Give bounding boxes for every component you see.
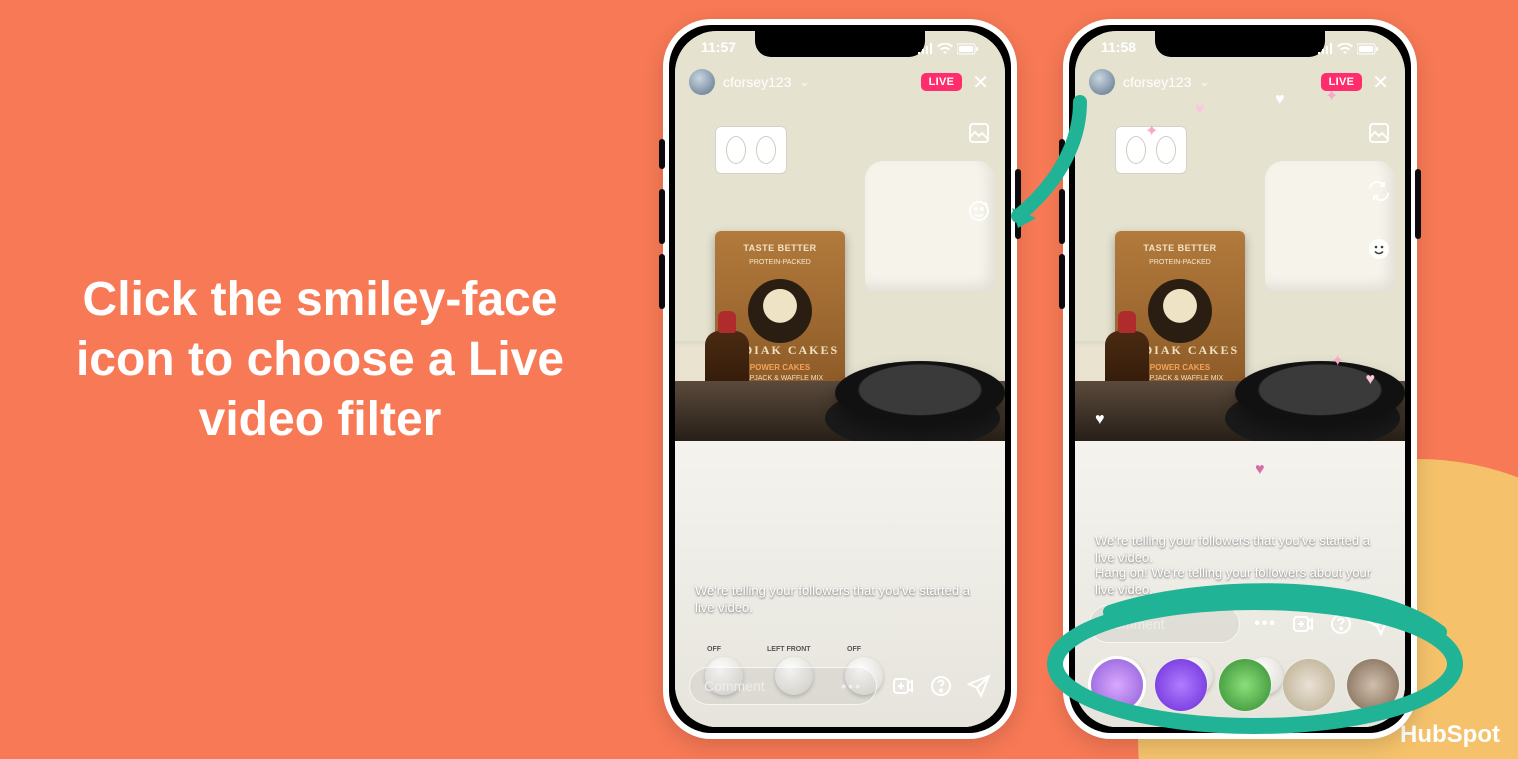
filter-sparkle-icon: ✦ <box>1145 121 1159 135</box>
action-bar: Comment ••• <box>1089 605 1391 643</box>
filter-heart-icon: ♥ <box>1195 101 1205 119</box>
send-icon[interactable] <box>1367 612 1391 636</box>
scene-pan <box>835 361 1005 425</box>
question-icon[interactable] <box>1329 612 1353 636</box>
filter-heart-icon: ♥ <box>1095 411 1105 429</box>
signal-icon <box>917 43 933 55</box>
annotation-arrow <box>1010 90 1090 230</box>
more-icon[interactable]: ••• <box>841 678 862 694</box>
cereal-mid: PROTEIN-PACKED <box>715 259 845 266</box>
cereal-mid: PROTEIN-PACKED <box>1115 259 1245 266</box>
username[interactable]: cforsey123 <box>1123 74 1191 90</box>
right-rail <box>1367 121 1391 261</box>
system-message: Hang on! We're telling your followers ab… <box>1095 564 1385 599</box>
knob-label: LEFT FRONT <box>767 646 811 653</box>
signal-icon <box>1317 43 1333 55</box>
filter-thumb-selected[interactable] <box>1091 659 1143 711</box>
phone-mute-switch <box>659 139 665 169</box>
phone-volume-up <box>659 189 665 244</box>
phone-volume-down <box>1059 254 1065 309</box>
comment-placeholder: Comment <box>704 678 765 694</box>
live-badge: LIVE <box>921 73 963 91</box>
wifi-icon <box>1337 43 1353 55</box>
tutorial-slide: Click the smiley-face icon to choose a L… <box>0 0 1518 759</box>
system-message: We're telling your followers that you've… <box>1095 532 1385 567</box>
question-icon[interactable] <box>929 674 953 698</box>
headline-text: Click the smiley-face icon to choose a L… <box>40 270 600 450</box>
battery-icon <box>957 43 979 55</box>
chevron-down-icon[interactable]: ⌄ <box>1199 75 1209 89</box>
close-icon[interactable]: ✕ <box>1370 70 1391 95</box>
status-bar: 11:58 <box>1075 39 1405 59</box>
send-icon[interactable] <box>967 674 991 698</box>
scene-outlet <box>715 126 787 174</box>
phone-mockup-right: TASTE BETTER PROTEIN-PACKED KODIAK CAKES… <box>1063 19 1417 739</box>
smiley-face-icon[interactable] <box>967 199 991 223</box>
phone-bezel: TASTE BETTER PROTEIN-PACKED KODIAK CAKES… <box>1069 25 1411 733</box>
more-icon[interactable]: ••• <box>1254 615 1277 633</box>
phone-screen: TASTE BETTER PROTEIN-PACKED KODIAK CAKES… <box>675 31 1005 727</box>
live-top-bar: cforsey123 ⌄ LIVE ✕ <box>689 67 991 97</box>
filter-thumb[interactable] <box>1155 659 1207 711</box>
status-icons <box>917 39 979 59</box>
switch-camera-icon[interactable] <box>1367 179 1391 203</box>
gallery-icon[interactable] <box>967 121 991 145</box>
avatar[interactable] <box>1089 69 1115 95</box>
live-badge: LIVE <box>1321 73 1363 91</box>
filter-heart-icon: ♥ <box>1255 461 1265 479</box>
comment-placeholder: Comment <box>1104 616 1165 632</box>
cereal-top: TASTE BETTER <box>715 243 845 253</box>
close-icon[interactable]: ✕ <box>970 70 991 95</box>
status-time: 11:58 <box>1101 39 1136 59</box>
phone-bezel: TASTE BETTER PROTEIN-PACKED KODIAK CAKES… <box>669 25 1011 733</box>
live-top-bar: cforsey123 ⌄ LIVE ✕ <box>1089 67 1391 97</box>
comment-input[interactable]: Comment ••• <box>689 667 877 705</box>
username[interactable]: cforsey123 <box>723 74 791 90</box>
add-guest-icon[interactable] <box>1291 612 1315 636</box>
smiley-face-icon[interactable] <box>1367 237 1391 261</box>
phone-mockup-left: TASTE BETTER PROTEIN-PACKED KODIAK CAKES… <box>663 19 1017 739</box>
right-rail <box>967 121 991 223</box>
knob-label: OFF <box>847 646 861 653</box>
battery-icon <box>1357 43 1379 55</box>
status-bar: 11:57 <box>675 39 1005 59</box>
gallery-icon[interactable] <box>1367 121 1391 145</box>
action-bar: Comment ••• <box>689 667 991 705</box>
add-guest-icon[interactable] <box>891 674 915 698</box>
filter-carousel[interactable] <box>1075 653 1405 717</box>
filter-thumb[interactable] <box>1347 659 1399 711</box>
phone-volume-down <box>659 254 665 309</box>
cereal-bear <box>748 279 812 343</box>
hubspot-logo: HubSpot <box>1400 721 1500 749</box>
avatar[interactable] <box>689 69 715 95</box>
chevron-down-icon[interactable]: ⌄ <box>799 75 809 89</box>
camera-feed: TASTE BETTER PROTEIN-PACKED KODIAK CAKES… <box>675 31 1005 727</box>
phone-side-button <box>1415 169 1421 239</box>
knob-label: OFF <box>707 646 721 653</box>
scene-pan <box>1235 361 1405 425</box>
status-time: 11:57 <box>701 39 736 59</box>
comment-input[interactable]: Comment <box>1089 605 1240 643</box>
phone-screen: TASTE BETTER PROTEIN-PACKED KODIAK CAKES… <box>1075 31 1405 727</box>
filter-thumb[interactable] <box>1219 659 1271 711</box>
filter-heart-icon: ♥ <box>1366 371 1376 389</box>
cereal-bear <box>1148 279 1212 343</box>
cereal-top: TASTE BETTER <box>1115 243 1245 253</box>
filter-sparkle-icon: ✦ <box>1331 351 1345 365</box>
wifi-icon <box>937 43 953 55</box>
status-icons <box>1317 39 1379 59</box>
filter-thumb[interactable] <box>1283 659 1335 711</box>
system-message: We're telling your followers that you've… <box>695 582 985 617</box>
